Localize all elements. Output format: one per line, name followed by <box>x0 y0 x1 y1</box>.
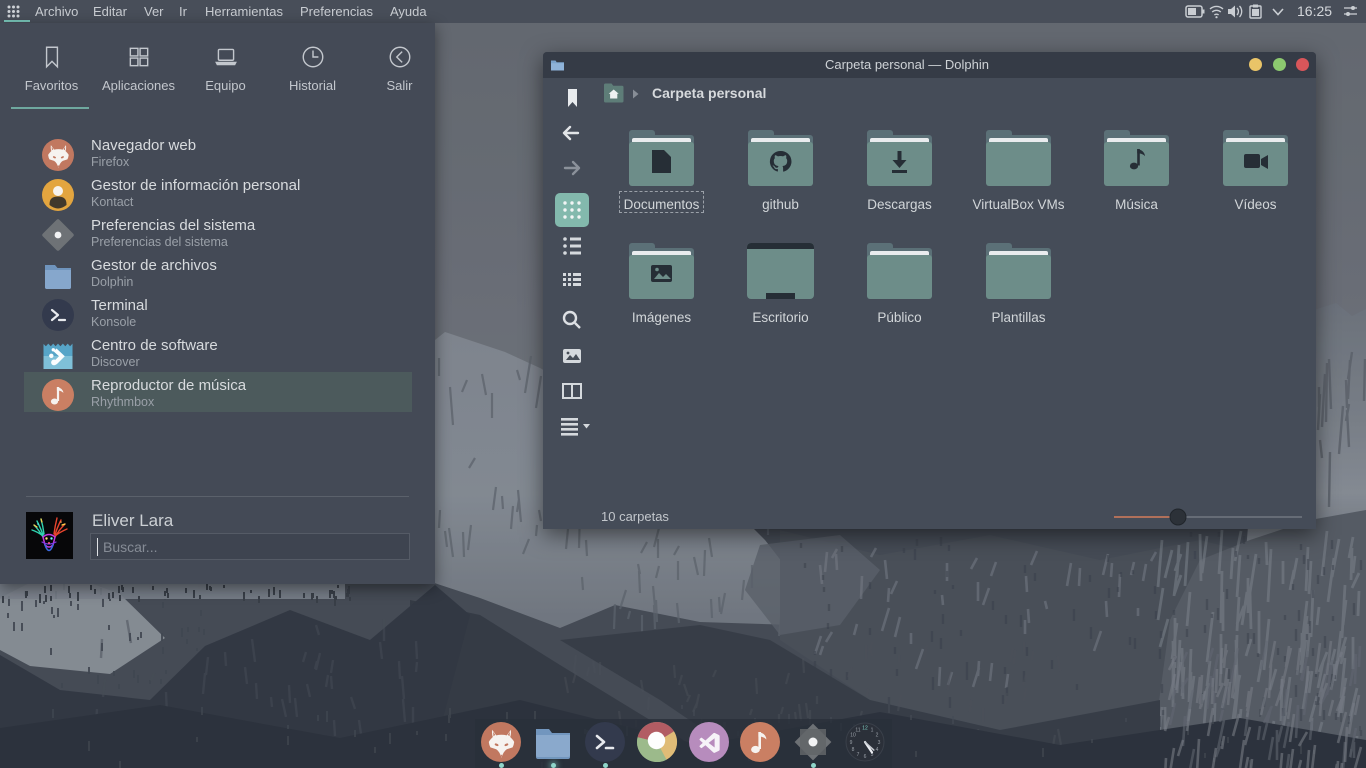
svg-text:6: 6 <box>864 754 867 760</box>
svg-text:11: 11 <box>855 728 860 734</box>
svg-text:7: 7 <box>857 752 860 758</box>
svg-text:9: 9 <box>850 740 853 746</box>
svg-text:3: 3 <box>878 740 881 746</box>
svg-text:2: 2 <box>876 733 879 739</box>
svg-text:4: 4 <box>876 747 879 753</box>
svg-text:8: 8 <box>852 747 855 753</box>
svg-text:12: 12 <box>862 726 868 732</box>
svg-text:1: 1 <box>871 728 874 734</box>
